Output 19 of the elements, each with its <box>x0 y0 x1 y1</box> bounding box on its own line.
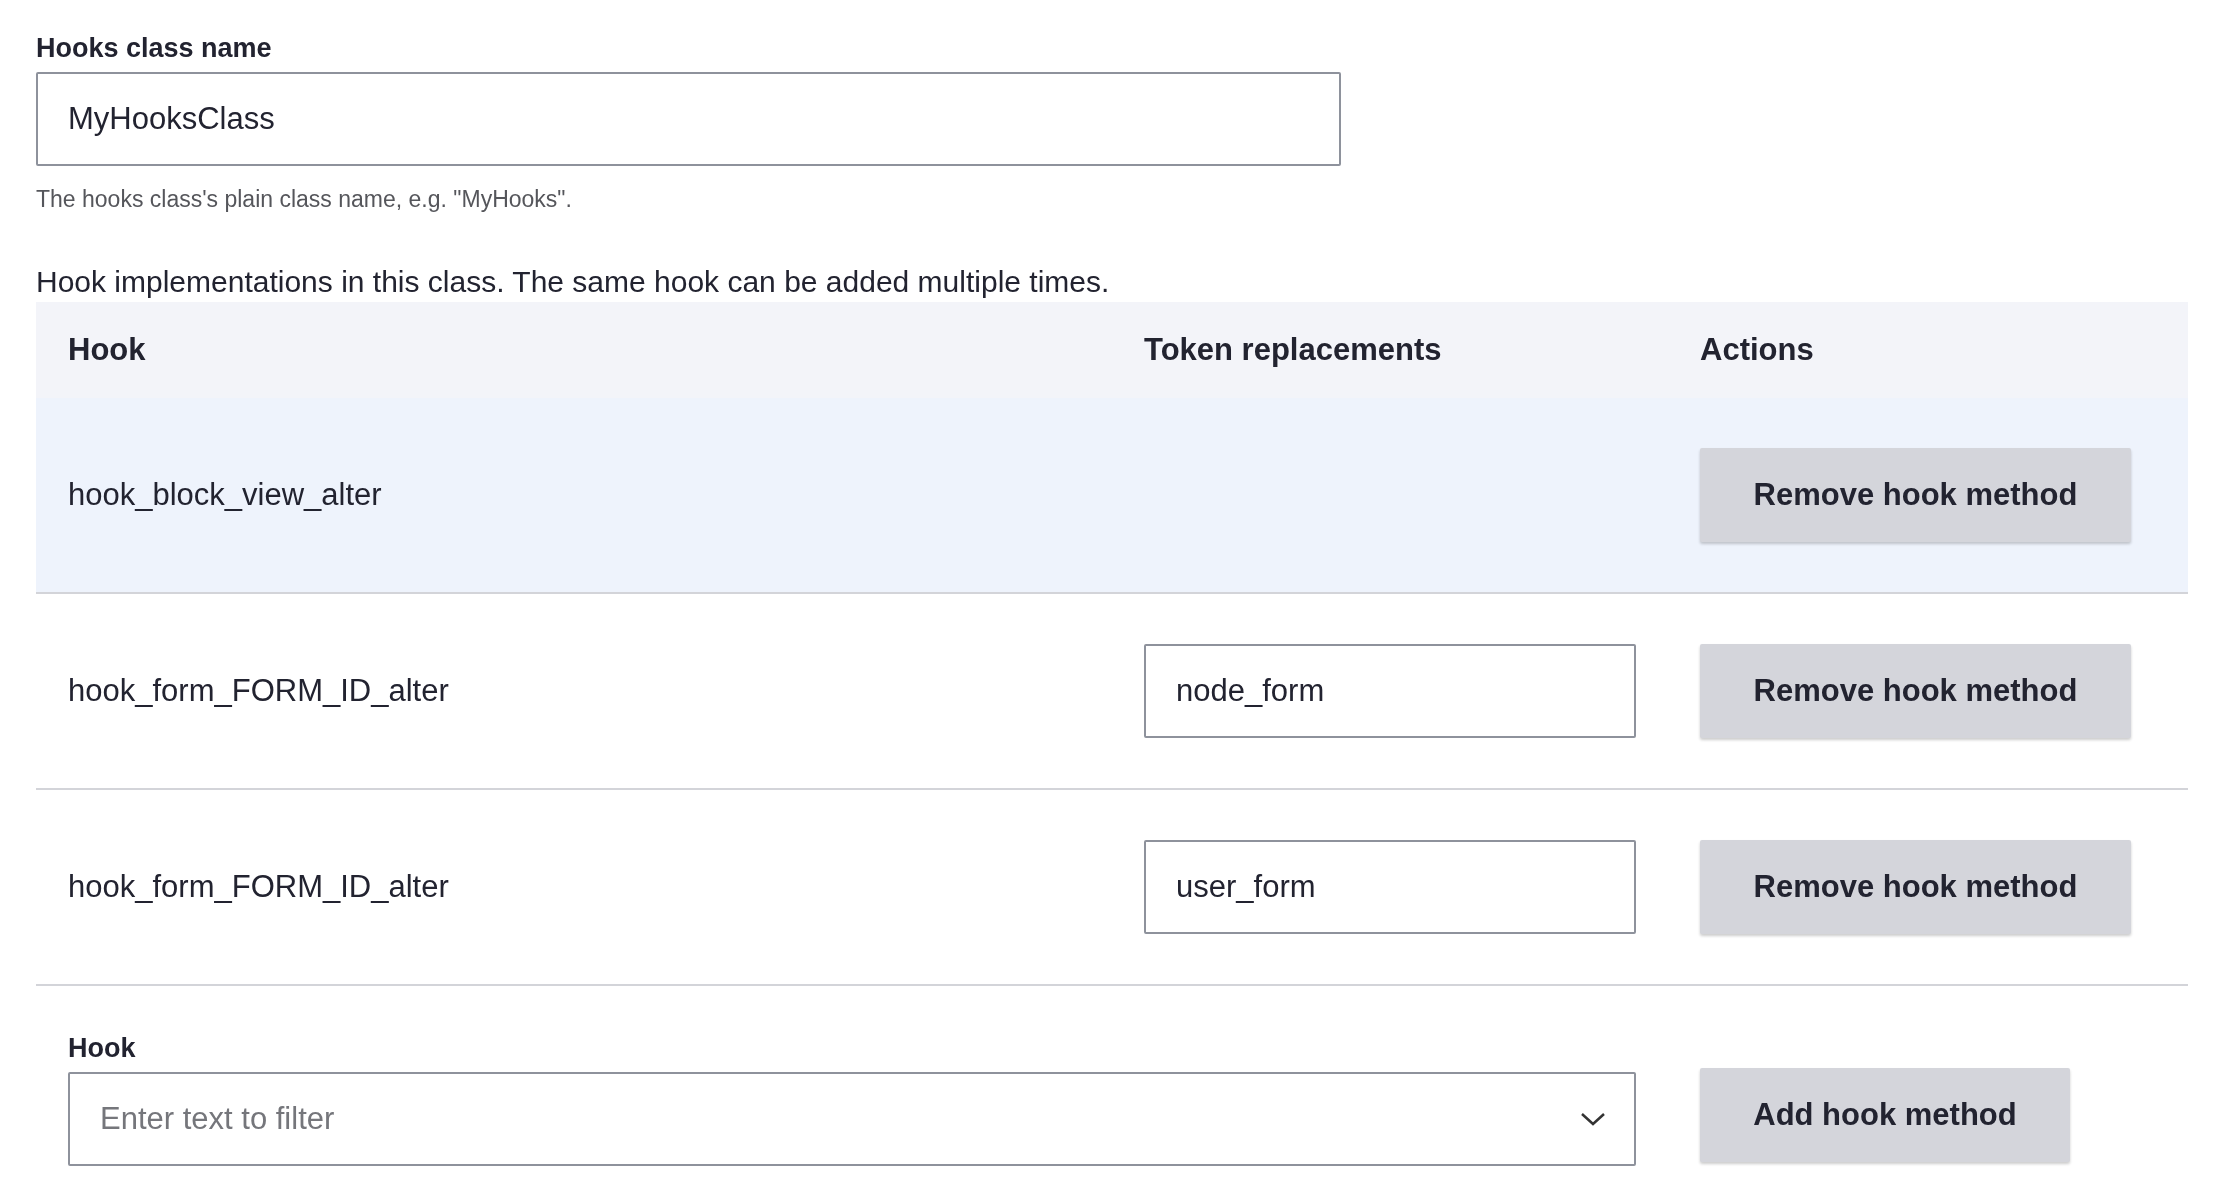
hook-select-field[interactable]: Enter text to filter <box>68 1072 1636 1166</box>
add-hook-button[interactable]: Add hook method <box>1700 1068 2070 1162</box>
field-label: Hook <box>68 1032 137 1065</box>
hook-name: hook_block_view_alter <box>68 477 382 512</box>
hook-name: hook_form_FORM_ID_alter <box>68 869 449 904</box>
column-header: Actions <box>1700 332 1815 368</box>
remove-hook-button[interactable]: Remove hook method <box>1700 448 2131 542</box>
token-field[interactable]: node_form <box>1144 644 1636 738</box>
class-name-field[interactable]: MyHooksClass <box>36 72 1341 166</box>
chevron-down-icon <box>1580 1111 1606 1127</box>
remove-hook-button[interactable]: Remove hook method <box>1700 840 2131 934</box>
remove-hook-button[interactable]: Remove hook method <box>1700 644 2131 738</box>
column-header: Token replacements <box>1144 332 1443 368</box>
field-label: Hooks class name <box>36 32 273 65</box>
hook-name: hook_form_FORM_ID_alter <box>68 673 449 708</box>
field-description: The hooks class's plain class name, e.g. "MyHooks". <box>36 185 573 214</box>
intro-text: Hook implementations in this class. The same hook can be added multiple times. <box>36 264 1111 300</box>
token-field[interactable]: user_form <box>1144 840 1636 934</box>
column-header: Hook <box>67 332 147 368</box>
